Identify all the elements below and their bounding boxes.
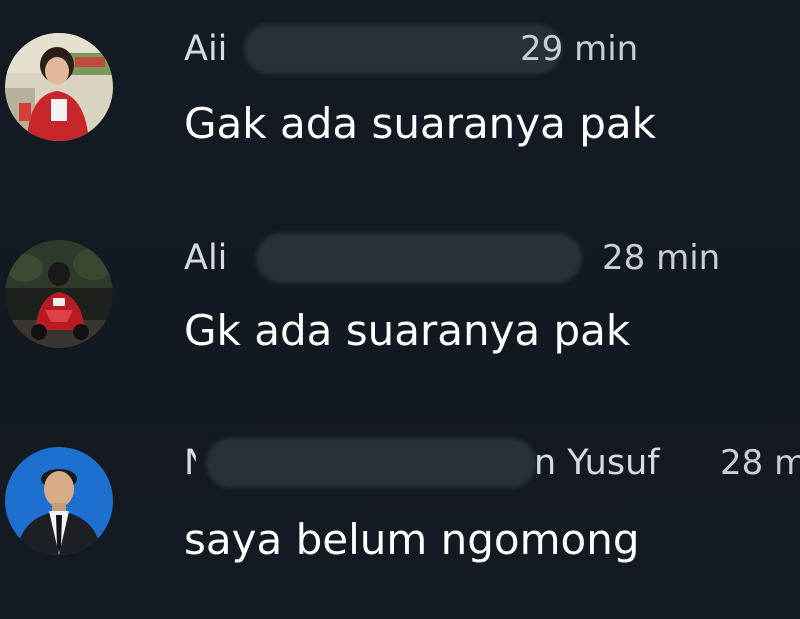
comment-time: 28 m [720, 443, 800, 483]
comment-text: Gk ada suaranya pak [184, 306, 631, 355]
comment-text: Gak ada suaranya pak [184, 99, 656, 148]
profile-photo-man-icon [5, 447, 113, 555]
comment-item: Ali 28 min Gk ada suaranya pak [0, 200, 800, 400]
comment-item: Aii 29 min Gak ada suaranya pak [0, 0, 800, 200]
redacted-name-blur [206, 438, 536, 488]
author-name[interactable]: Ali [184, 233, 227, 283]
comment-item: N n Yusuf 28 m saya belum ngomong [0, 400, 800, 600]
comment-time: 29 min [520, 29, 639, 69]
comment-list: Aii 29 min Gak ada suaranya pak Ali 28 m… [0, 0, 800, 619]
redacted-name-blur [244, 24, 562, 74]
avatar[interactable] [5, 447, 113, 555]
author-name-suffix[interactable]: n Yusuf [534, 438, 660, 488]
profile-photo-motorcycle-icon [5, 240, 113, 348]
redacted-name-blur [256, 233, 582, 283]
author-name[interactable]: Aii [184, 24, 227, 74]
avatar[interactable] [5, 240, 113, 348]
avatar[interactable] [5, 33, 113, 141]
comment-time: 28 min [602, 238, 721, 278]
profile-photo-girl-icon [5, 33, 113, 141]
comment-text: saya belum ngomong [184, 515, 640, 564]
